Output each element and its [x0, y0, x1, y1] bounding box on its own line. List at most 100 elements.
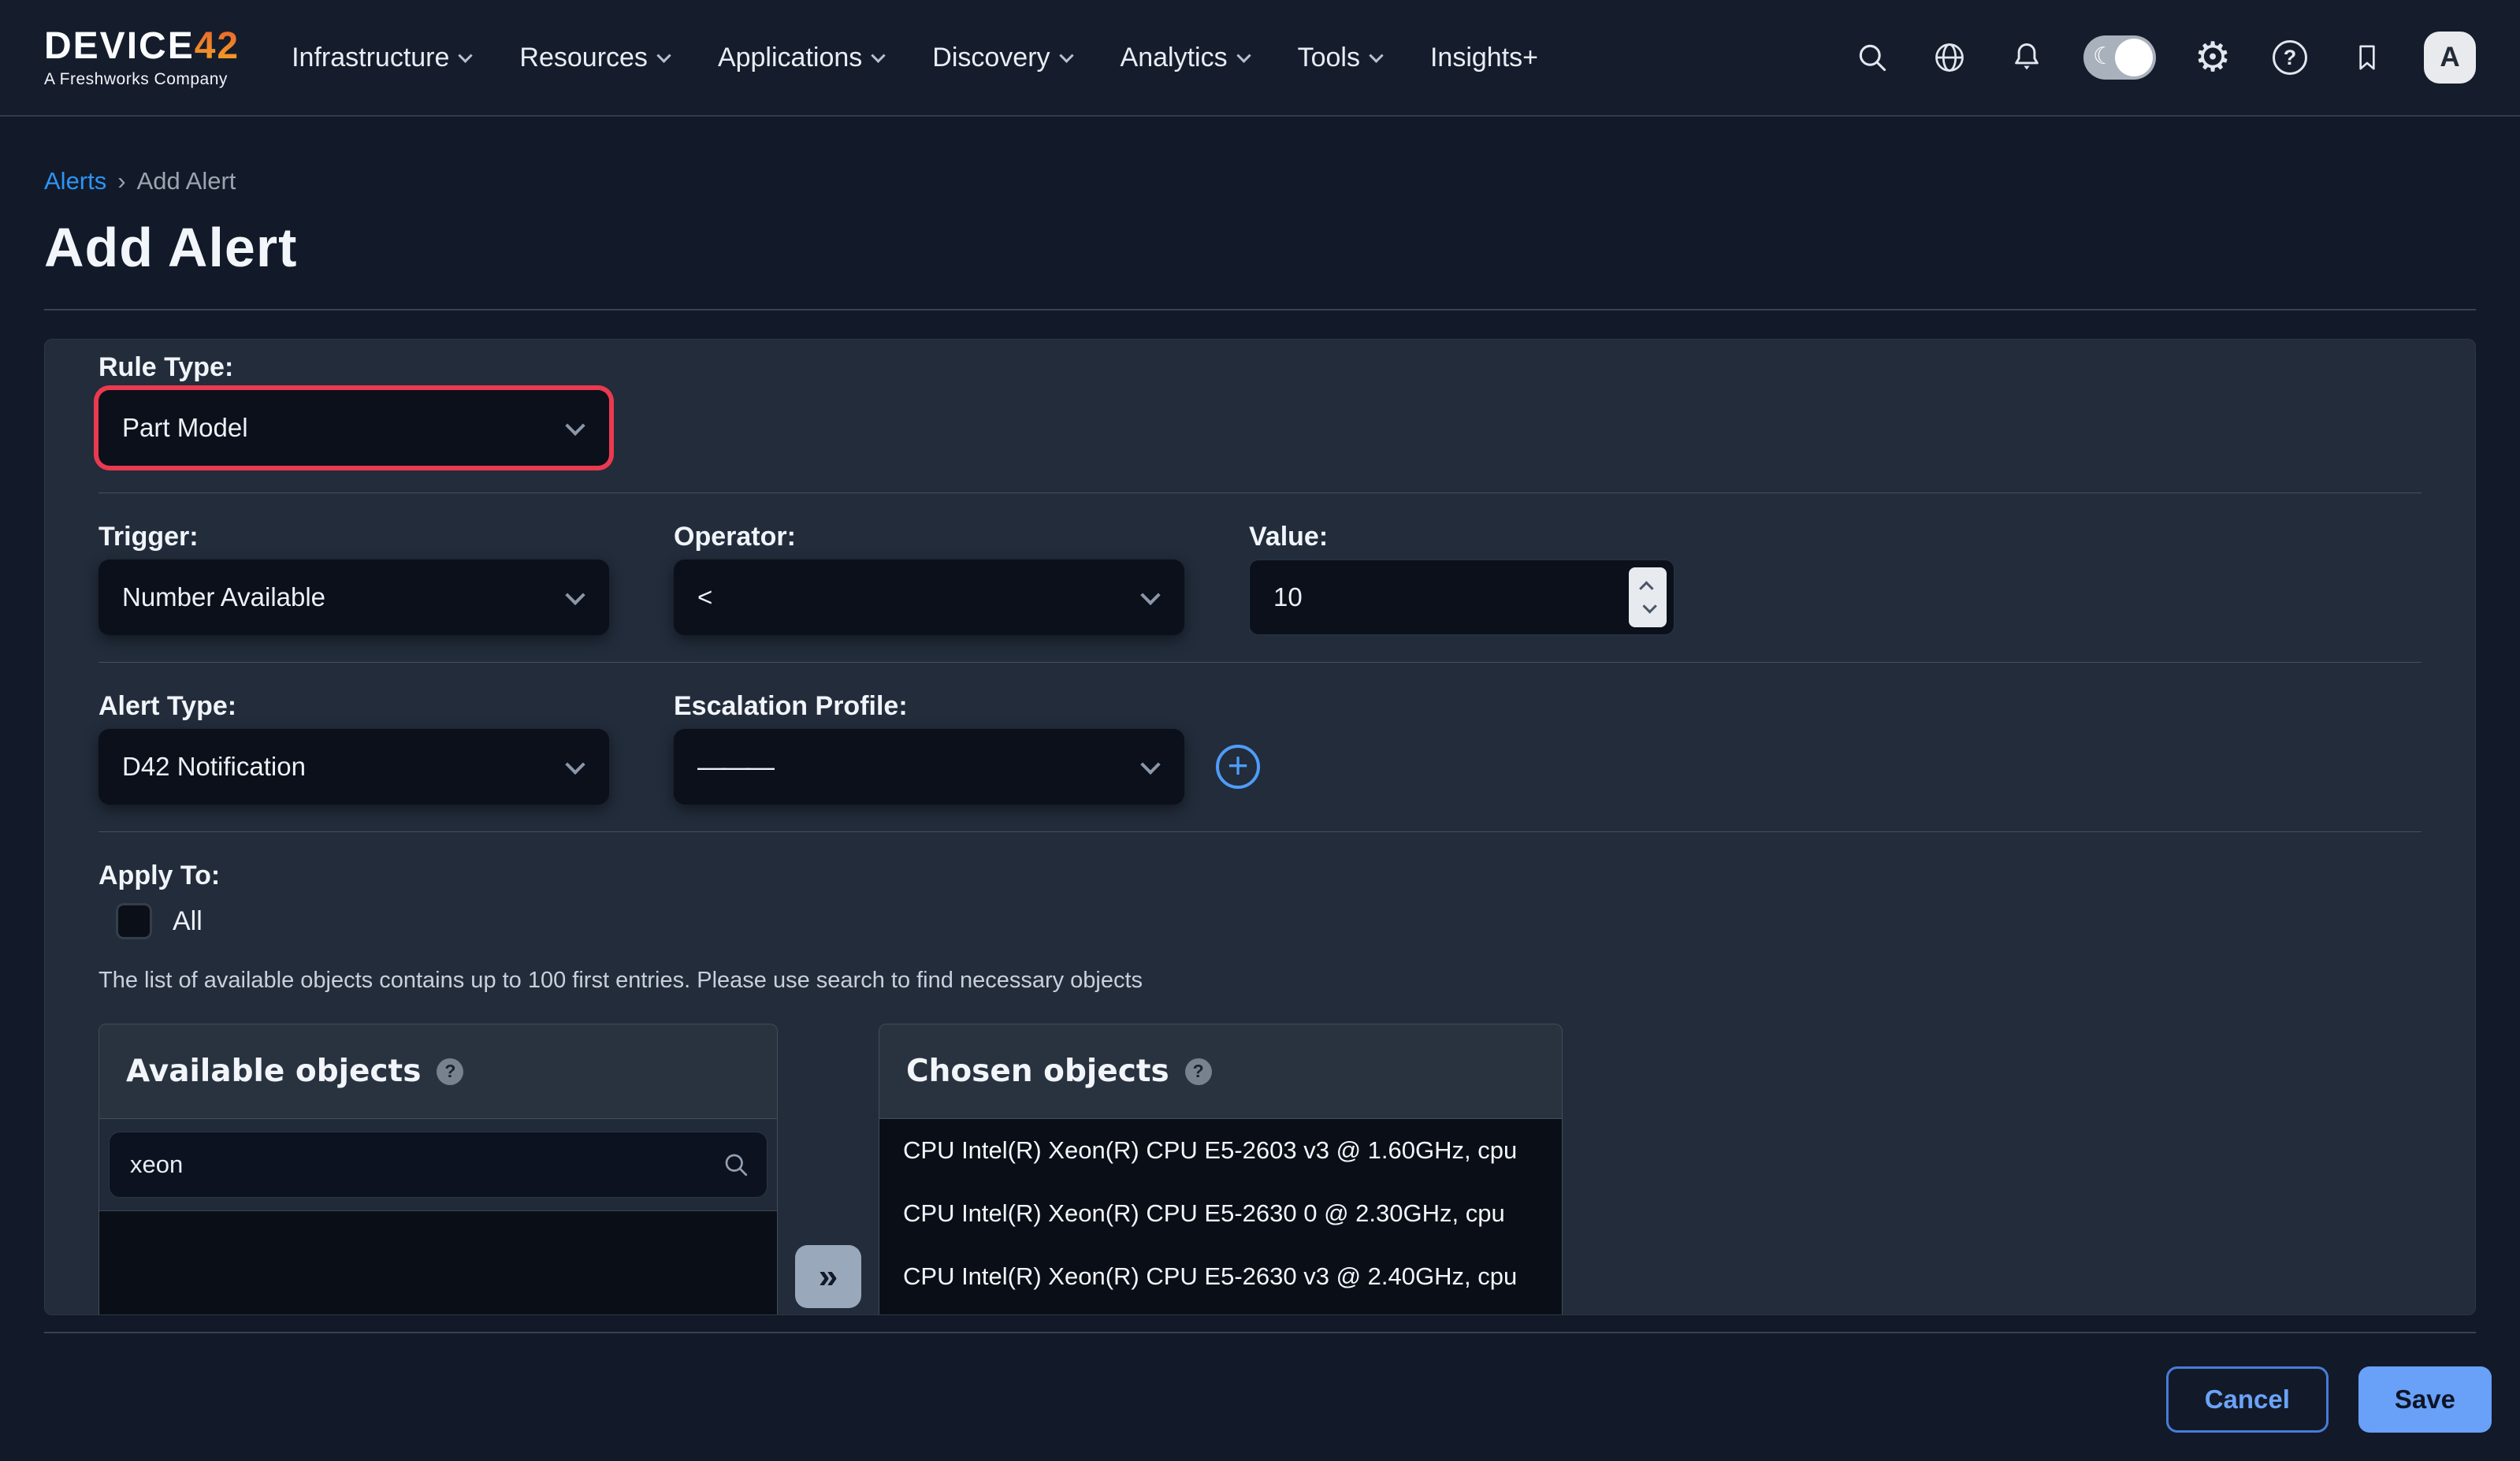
nav-item-label: Resources — [519, 43, 648, 73]
user-avatar[interactable]: A — [2424, 32, 2476, 84]
chevron-down-icon — [565, 586, 585, 605]
apply-to-all-checkbox[interactable] — [116, 903, 152, 939]
chosen-objects-header: Chosen objects ? — [879, 1024, 1562, 1119]
escalation-profile-select[interactable]: ——— — [674, 729, 1184, 805]
nav-item-discovery[interactable]: Discovery — [932, 43, 1071, 73]
trigger-value: Number Available — [122, 582, 325, 612]
chevron-down-icon — [1369, 48, 1383, 62]
value-input[interactable] — [1249, 559, 1674, 635]
value-field: Value: — [1249, 520, 1674, 635]
alert-type-label: Alert Type: — [98, 690, 609, 723]
help-icon[interactable]: ? — [1185, 1058, 1212, 1085]
apply-to-label: Apply To: — [98, 859, 2422, 892]
operator-select[interactable]: < — [674, 559, 1184, 635]
escalation-profile-label: Escalation Profile: — [674, 690, 1260, 723]
chevron-down-icon — [872, 48, 886, 62]
list-item[interactable]: CPU Intel(R) Xeon(R) CPU E5-2630 0 @ 2.3… — [879, 1182, 1562, 1245]
chevron-down-icon — [656, 48, 671, 62]
transfer-column: » — [778, 1024, 879, 1315]
toggle-knob — [2115, 39, 2153, 76]
logo-brand: DEVICE42 — [44, 26, 240, 67]
escalation-profile-value: ——— — [697, 750, 771, 783]
available-objects-search-section — [99, 1119, 777, 1211]
footer-divider — [44, 1332, 2476, 1333]
available-objects-title: Available objects — [126, 1054, 421, 1089]
operator-field: Operator: < — [674, 520, 1184, 635]
main-menu: Infrastructure Resources Applications Di… — [292, 43, 1538, 73]
nav-item-applications[interactable]: Applications — [718, 43, 883, 73]
nav-item-insights[interactable]: Insights+ — [1430, 43, 1538, 73]
add-alert-form: Rule Type: Part Model Trigger: Number Av… — [44, 339, 2476, 1315]
available-objects-header: Available objects ? — [99, 1024, 777, 1119]
chevron-down-icon — [1140, 755, 1160, 775]
number-stepper[interactable] — [1629, 567, 1667, 627]
rule-type-select[interactable]: Part Model — [98, 390, 609, 466]
breadcrumb-separator: › — [117, 167, 125, 195]
logo[interactable]: DEVICE42 A Freshworks Company — [44, 26, 240, 89]
chevron-down-icon — [459, 48, 473, 62]
nav-item-infrastructure[interactable]: Infrastructure — [292, 43, 470, 73]
nav-item-tools[interactable]: Tools — [1298, 43, 1381, 73]
available-objects-list[interactable] — [99, 1211, 777, 1315]
top-nav: DEVICE42 A Freshworks Company Infrastruc… — [0, 0, 2520, 117]
trigger-field: Trigger: Number Available — [98, 520, 609, 635]
chevron-down-icon — [565, 755, 585, 775]
nav-item-label: Analytics — [1121, 43, 1228, 73]
apply-to-section: Apply To: All The list of available obje… — [98, 832, 2422, 994]
footer-actions: Cancel Save — [28, 1366, 2492, 1433]
alert-type-value: D42 Notification — [122, 752, 306, 782]
chevron-down-icon — [1140, 586, 1160, 605]
chevron-down-icon — [1059, 48, 1073, 62]
objects-helper-text: The list of available objects contains u… — [98, 968, 2422, 994]
nav-item-resources[interactable]: Resources — [519, 43, 669, 73]
chosen-objects-title: Chosen objects — [906, 1054, 1169, 1089]
logo-text-accent: 42 — [195, 25, 240, 67]
breadcrumb-current: Add Alert — [137, 167, 236, 195]
rule-type-label: Rule Type: — [98, 351, 2422, 384]
available-objects-panel: Available objects ? — [98, 1024, 778, 1315]
globe-icon[interactable] — [1929, 37, 1970, 78]
nav-item-label: Tools — [1298, 43, 1360, 73]
stepper-down-icon[interactable] — [1642, 599, 1656, 613]
page-title: Add Alert — [44, 216, 2476, 279]
chosen-objects-list: CPU Intel(R) Xeon(R) CPU E5-2603 v3 @ 1.… — [879, 1119, 1562, 1315]
object-picker: Available objects ? » Chosen objects ? — [98, 1024, 2422, 1315]
search-icon — [722, 1151, 750, 1179]
move-to-chosen-button[interactable]: » — [795, 1245, 861, 1308]
nav-item-label: Insights+ — [1430, 43, 1538, 73]
apply-to-all-label: All — [173, 906, 203, 937]
alert-type-select[interactable]: D42 Notification — [98, 729, 609, 805]
trigger-label: Trigger: — [98, 520, 609, 553]
nav-item-label: Discovery — [932, 43, 1050, 73]
logo-text-white: DEVICE — [44, 25, 195, 67]
help-icon[interactable]: ? — [2269, 37, 2310, 78]
list-item[interactable]: CPU Intel(R) Xeon(R) CPU E5-2630 v3 @ 2.… — [879, 1245, 1562, 1308]
escalation-profile-field: Escalation Profile: ——— + — [674, 690, 1260, 805]
rule-type-section: Rule Type: Part Model — [98, 351, 2422, 493]
nav-item-label: Infrastructure — [292, 43, 449, 73]
help-icon[interactable]: ? — [437, 1058, 463, 1085]
available-objects-search-input[interactable] — [109, 1132, 768, 1198]
rule-type-value: Part Model — [122, 413, 248, 443]
logo-tagline: A Freshworks Company — [44, 70, 240, 89]
trigger-select[interactable]: Number Available — [98, 559, 609, 635]
save-button[interactable]: Save — [2358, 1366, 2492, 1433]
breadcrumb-link-alerts[interactable]: Alerts — [44, 167, 106, 195]
breadcrumb: Alerts › Add Alert — [44, 167, 2476, 195]
bookmark-icon[interactable] — [2347, 37, 2388, 78]
notifications-bell-icon[interactable] — [2006, 37, 2047, 78]
add-escalation-profile-button[interactable]: + — [1216, 745, 1260, 789]
search-icon[interactable] — [1852, 37, 1893, 78]
nav-item-label: Applications — [718, 43, 862, 73]
alert-type-field: Alert Type: D42 Notification — [98, 690, 609, 805]
settings-gear-icon[interactable]: ⚙ — [2192, 37, 2233, 78]
chosen-objects-panel: Chosen objects ? CPU Intel(R) Xeon(R) CP… — [879, 1024, 1563, 1315]
moon-icon: ☾ — [2093, 43, 2114, 70]
theme-toggle[interactable]: ☾ — [2083, 35, 2156, 80]
list-item[interactable]: CPU Intel(R) Xeon(R) CPU E5-2603 v3 @ 1.… — [879, 1119, 1562, 1182]
cancel-button[interactable]: Cancel — [2166, 1366, 2329, 1433]
alert-type-section: Alert Type: D42 Notification Escalation … — [98, 663, 2422, 832]
nav-item-analytics[interactable]: Analytics — [1121, 43, 1249, 73]
header-divider — [44, 309, 2476, 310]
stepper-up-icon[interactable] — [1639, 581, 1653, 595]
